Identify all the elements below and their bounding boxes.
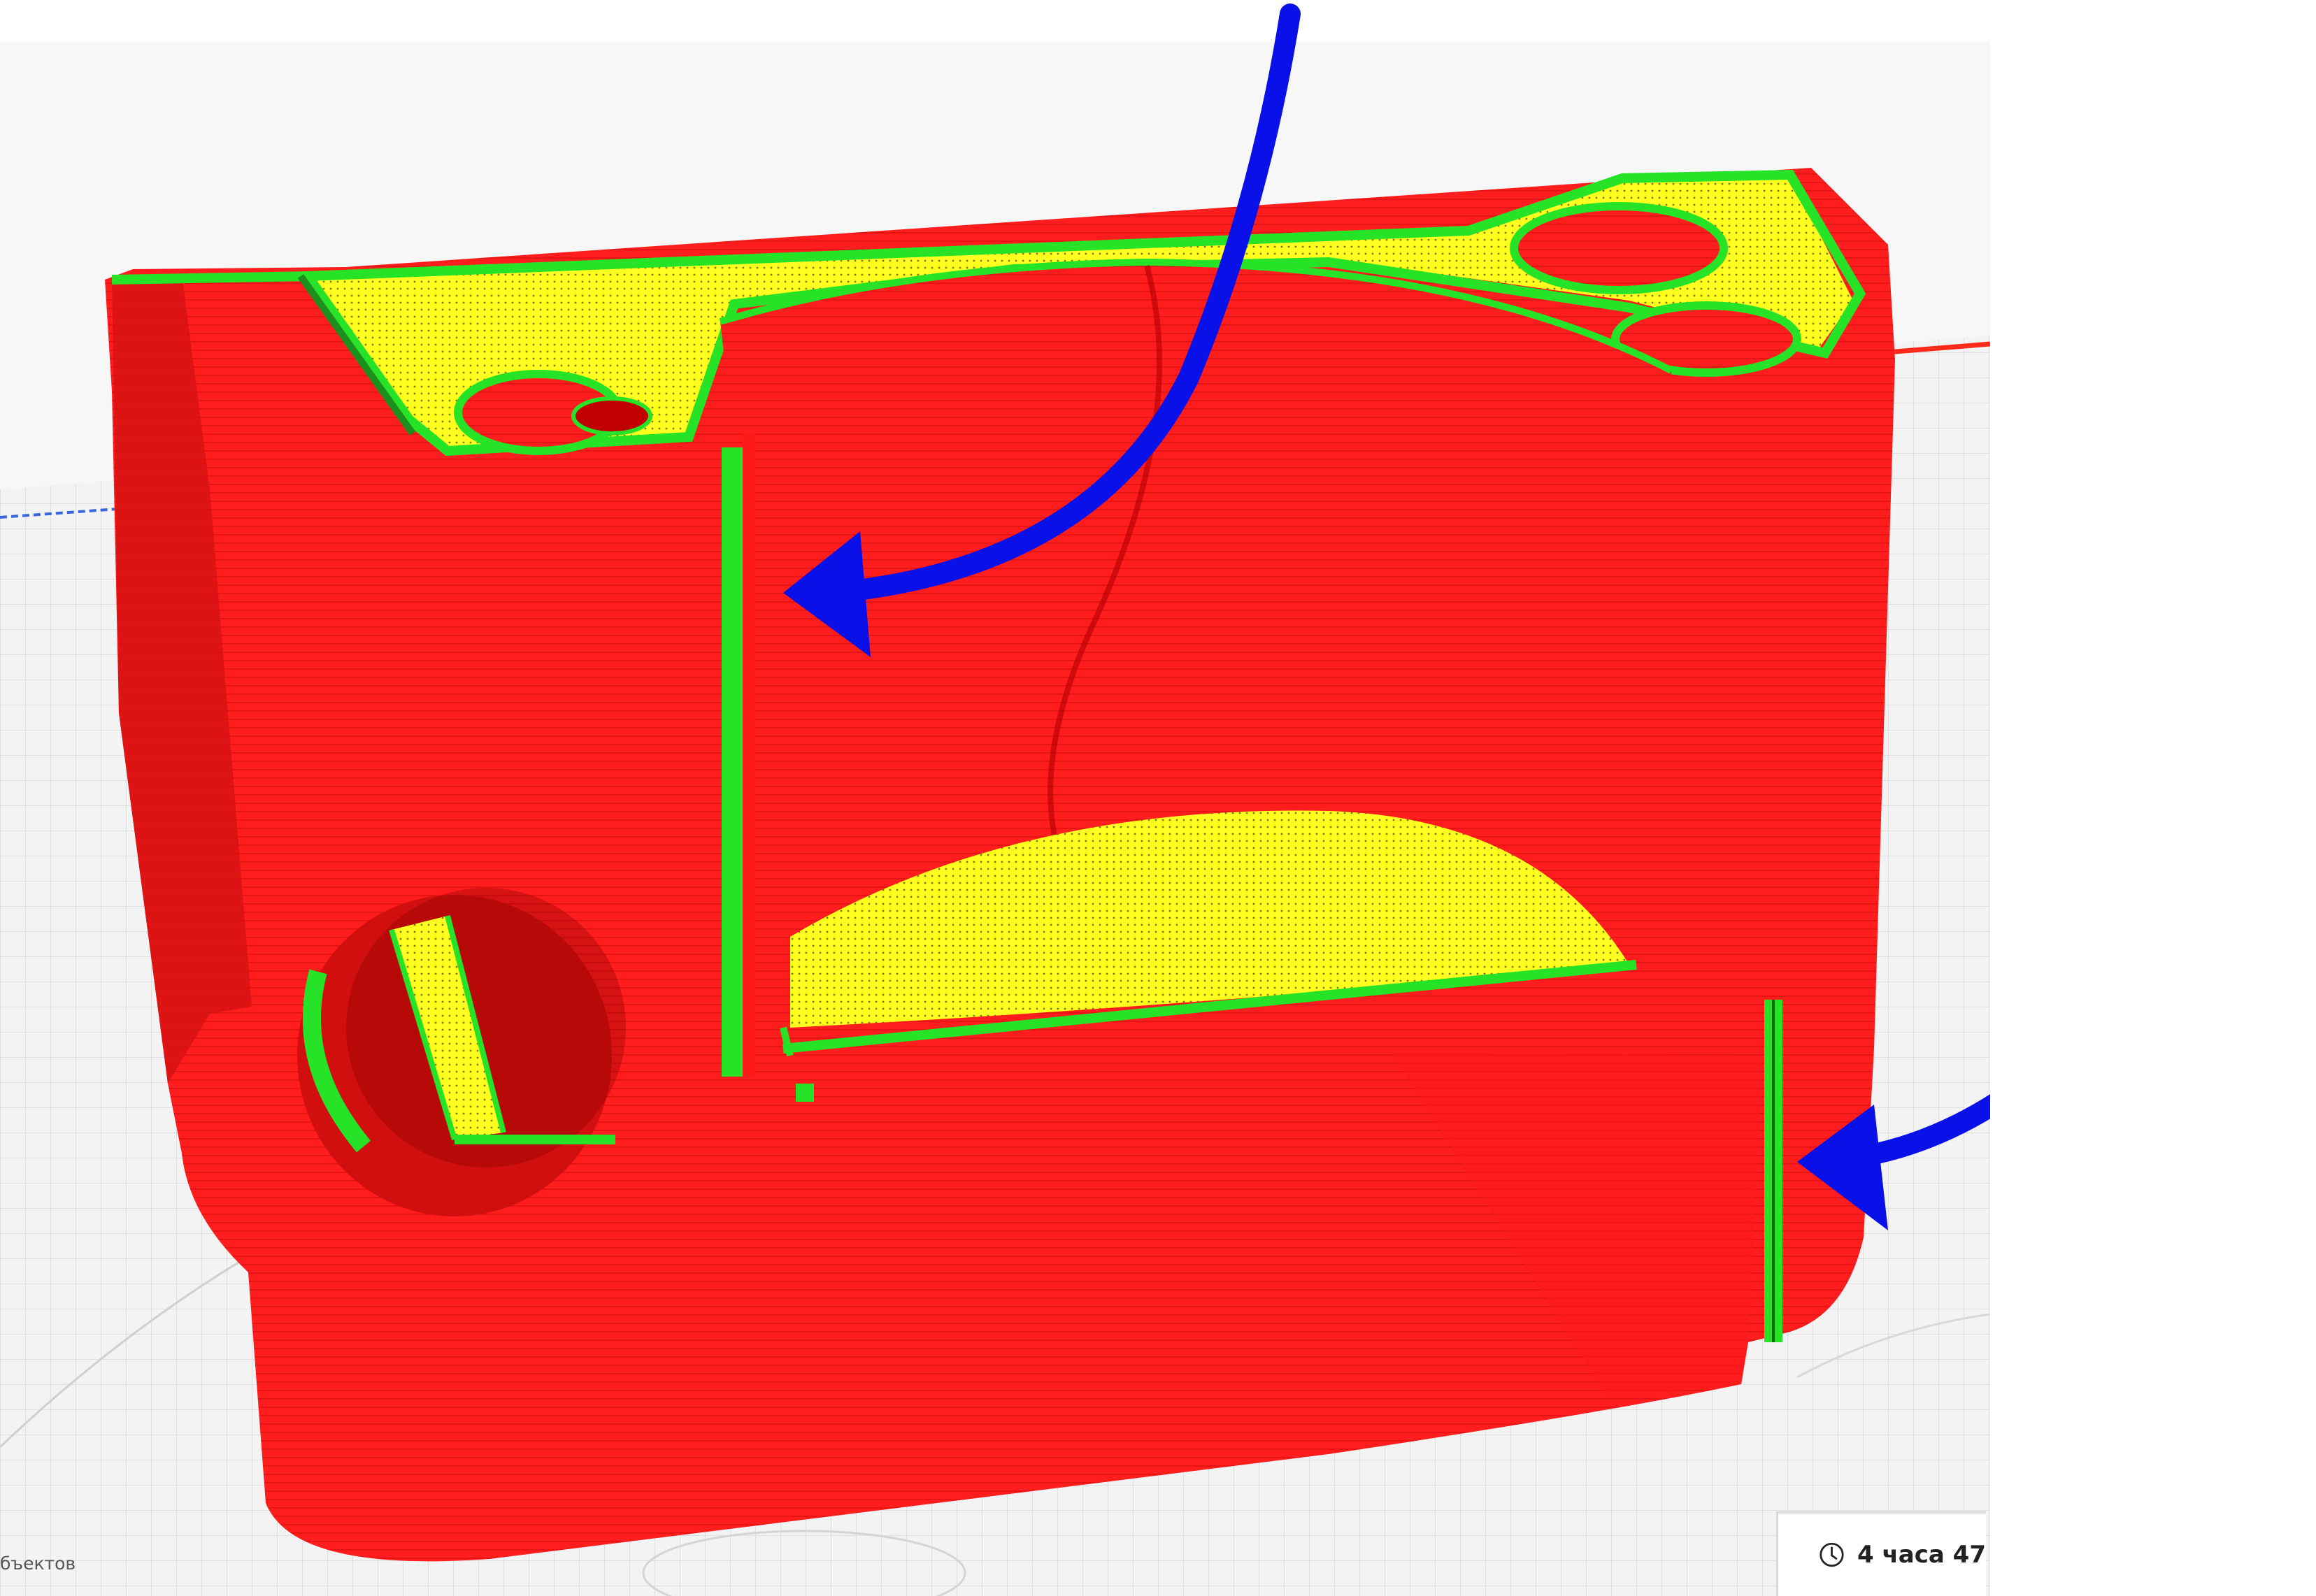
viewport-3d[interactable]: [0, 0, 2316, 1596]
objects-status-label: бъектов: [0, 1553, 76, 1574]
print-estimate-panel[interactable]: 4 часа 47: [1776, 1511, 1986, 1596]
sliced-model[interactable]: [105, 168, 1895, 1562]
clock-icon: [1820, 1542, 1844, 1567]
canvas-margin: [1990, 0, 2316, 1596]
top-hole-right: [1510, 202, 1728, 294]
print-time-text: 4 часа 47: [1857, 1541, 1986, 1569]
